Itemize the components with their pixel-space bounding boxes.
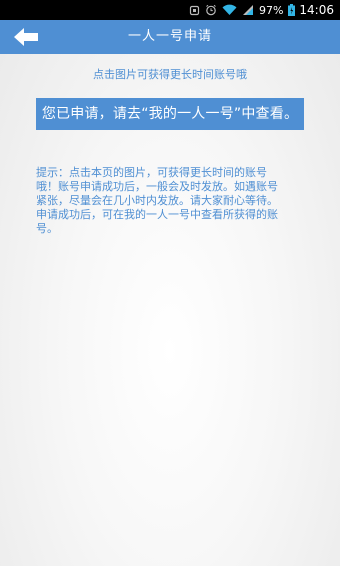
page-title: 一人一号申请 [127, 29, 212, 44]
alarm-icon [205, 4, 217, 16]
applied-notice: 您已申请，请去“我的一人一号”中查看。 [36, 98, 304, 130]
signal-icon [242, 4, 254, 16]
wifi-icon [222, 4, 237, 16]
status-time: 14:06 [299, 3, 334, 17]
notification-icon [189, 5, 200, 16]
tip-text: 提示：点击本页的图片，可获得更长时间的账号哦！账号申请成功后，一般会及时发放。如… [36, 166, 278, 235]
battery-icon [288, 4, 296, 16]
back-button[interactable] [8, 23, 44, 51]
status-bar: 97% 14:06 [0, 0, 340, 20]
title-bar: 一人一号申请 [0, 20, 340, 54]
battery-percent: 97% [258, 3, 284, 17]
back-arrow-icon [14, 28, 38, 46]
image-hint-text: 点击图片可获得更长时间账号哦 [93, 68, 247, 81]
